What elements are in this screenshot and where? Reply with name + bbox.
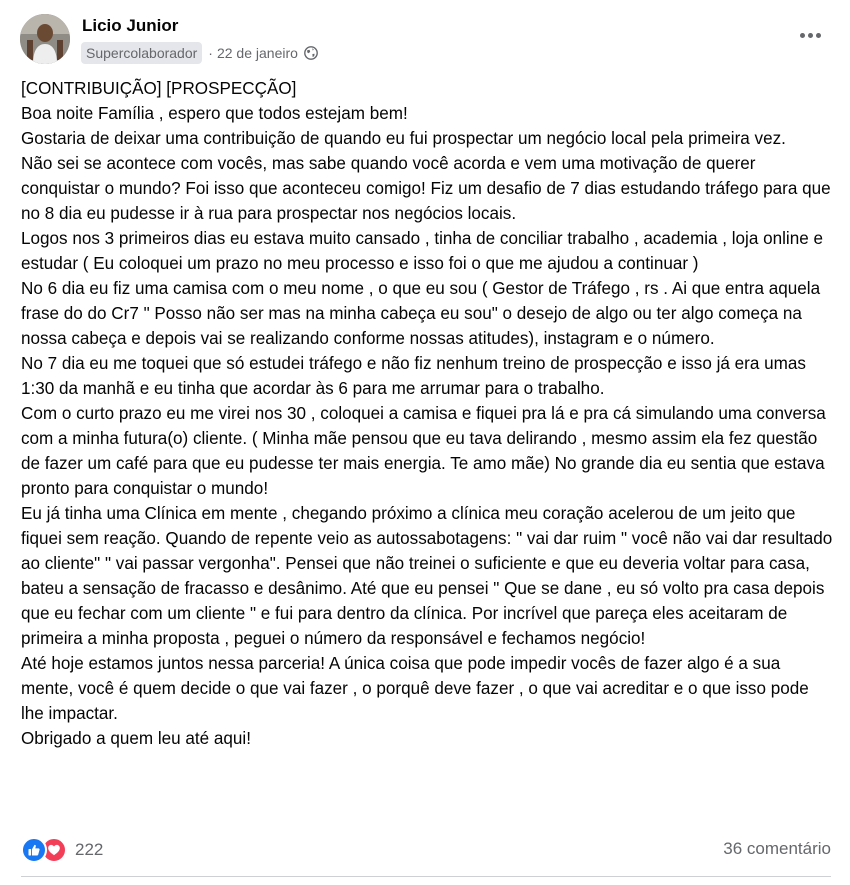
comments-count-link[interactable]: 36 comentário	[723, 839, 831, 859]
reactions-summary[interactable]: 222	[21, 836, 103, 864]
status-badge[interactable]: Supercolaborador	[81, 42, 203, 64]
post-paragraph: No 7 dia eu me toquei que só estudei trá…	[21, 354, 806, 398]
post-paragraph: No 6 dia eu fiz uma camisa com o meu nom…	[21, 279, 821, 348]
post-paragraph: Obrigado a quem leu até aqui!	[21, 729, 251, 748]
more-options-icon[interactable]	[796, 24, 824, 46]
post-body: [CONTRIBUIÇÃO] [PROSPECÇÃO] Boa noite Fa…	[21, 76, 833, 751]
reaction-count: 222	[75, 840, 104, 859]
post-paragraph: Até hoje estamos juntos nessa parceria! …	[21, 654, 809, 723]
like-icon	[21, 837, 47, 863]
meta-separator: ·	[208, 45, 213, 61]
post-footer: 222 36 comentário	[21, 836, 831, 866]
globe-icon	[304, 46, 318, 60]
more-dot	[799, 32, 805, 38]
avatar-image	[20, 14, 70, 64]
post-paragraph: Eu já tinha uma Clínica em mente , chega…	[21, 504, 833, 648]
post-meta: Supercolaborador · 22 de janeiro	[81, 41, 318, 65]
post-date[interactable]: 22 de janeiro	[217, 45, 298, 61]
avatar[interactable]	[20, 14, 70, 64]
post-paragraph: Com o curto prazo eu me virei nos 30 , c…	[21, 404, 826, 498]
more-dot	[807, 32, 813, 38]
post-card: Licio Junior Supercolaborador · 22 de ja…	[0, 0, 850, 885]
post-paragraph: Logos nos 3 primeiros dias eu estava mui…	[21, 229, 823, 273]
divider	[21, 876, 831, 877]
post-paragraph: Gostaria de deixar uma contribuição de q…	[21, 129, 786, 148]
post-paragraph: Não sei se acontece com vocês, mas sabe …	[21, 154, 831, 223]
post-paragraph: Boa noite Família , espero que todos est…	[21, 104, 408, 123]
post-paragraph: [CONTRIBUIÇÃO] [PROSPECÇÃO]	[21, 79, 297, 98]
author-name[interactable]: Licio Junior	[82, 16, 178, 36]
post-header: Licio Junior Supercolaborador · 22 de ja…	[20, 14, 830, 68]
more-dot	[815, 32, 821, 38]
